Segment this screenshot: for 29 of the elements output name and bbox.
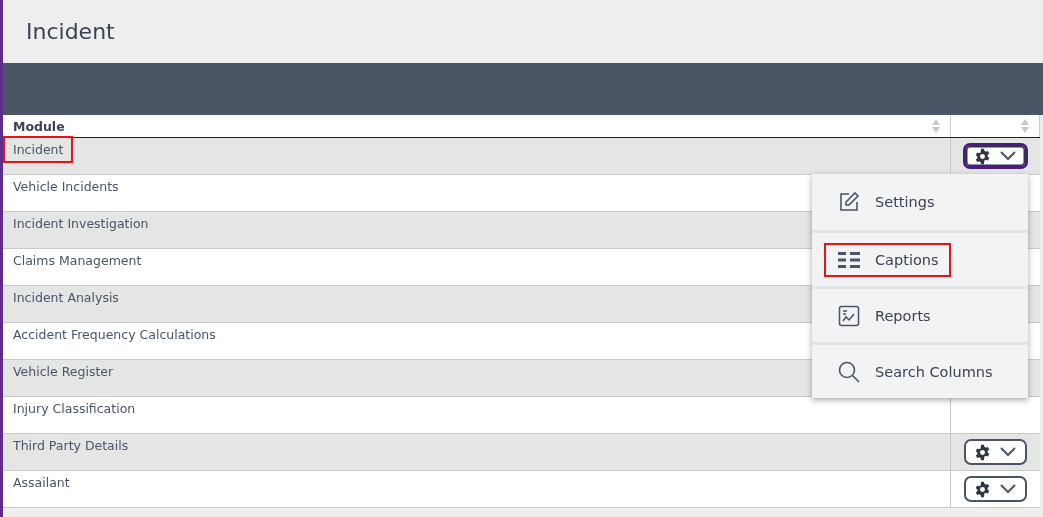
module-cell-text: Vehicle Incidents [12,178,120,194]
module-cell-text: Incident Analysis [12,289,120,305]
menu-item[interactable]: Captions [824,242,951,277]
module-cell: Incident [5,138,72,161]
actions-dropdown-button[interactable] [963,439,1027,465]
module-cell-text: Accident Frequency Calculations [12,326,217,342]
menu-item[interactable]: Reports [824,296,943,335]
edit-icon [838,191,860,213]
menu-item[interactable]: Settings [824,183,947,221]
module-cell-text: Incident Investigation [12,215,150,231]
module-cell-text: Assailant [12,474,71,490]
search-icon [838,360,860,383]
column-header[interactable]: Module [13,118,65,134]
page-title: Incident [26,19,115,44]
chart-document-icon [838,304,860,327]
module-cell-text: Claims Management [12,252,143,268]
chevron-down-icon [998,150,1017,162]
gear-icon [973,443,991,461]
gear-icon [973,147,991,165]
menu-item[interactable]: Search Columns [824,352,1005,391]
module-cell-text: Injury Classification [12,400,137,416]
list-icon [838,250,860,269]
gear-icon [973,480,991,498]
chevron-down-icon [998,446,1017,458]
actions-dropdown-button[interactable] [963,476,1027,502]
actions-dropdown-button[interactable] [962,143,1028,169]
chevron-down-icon [998,483,1017,495]
module-cell-text: Third Party Details [12,437,130,453]
module-cell-text: Vehicle Register [12,363,115,379]
